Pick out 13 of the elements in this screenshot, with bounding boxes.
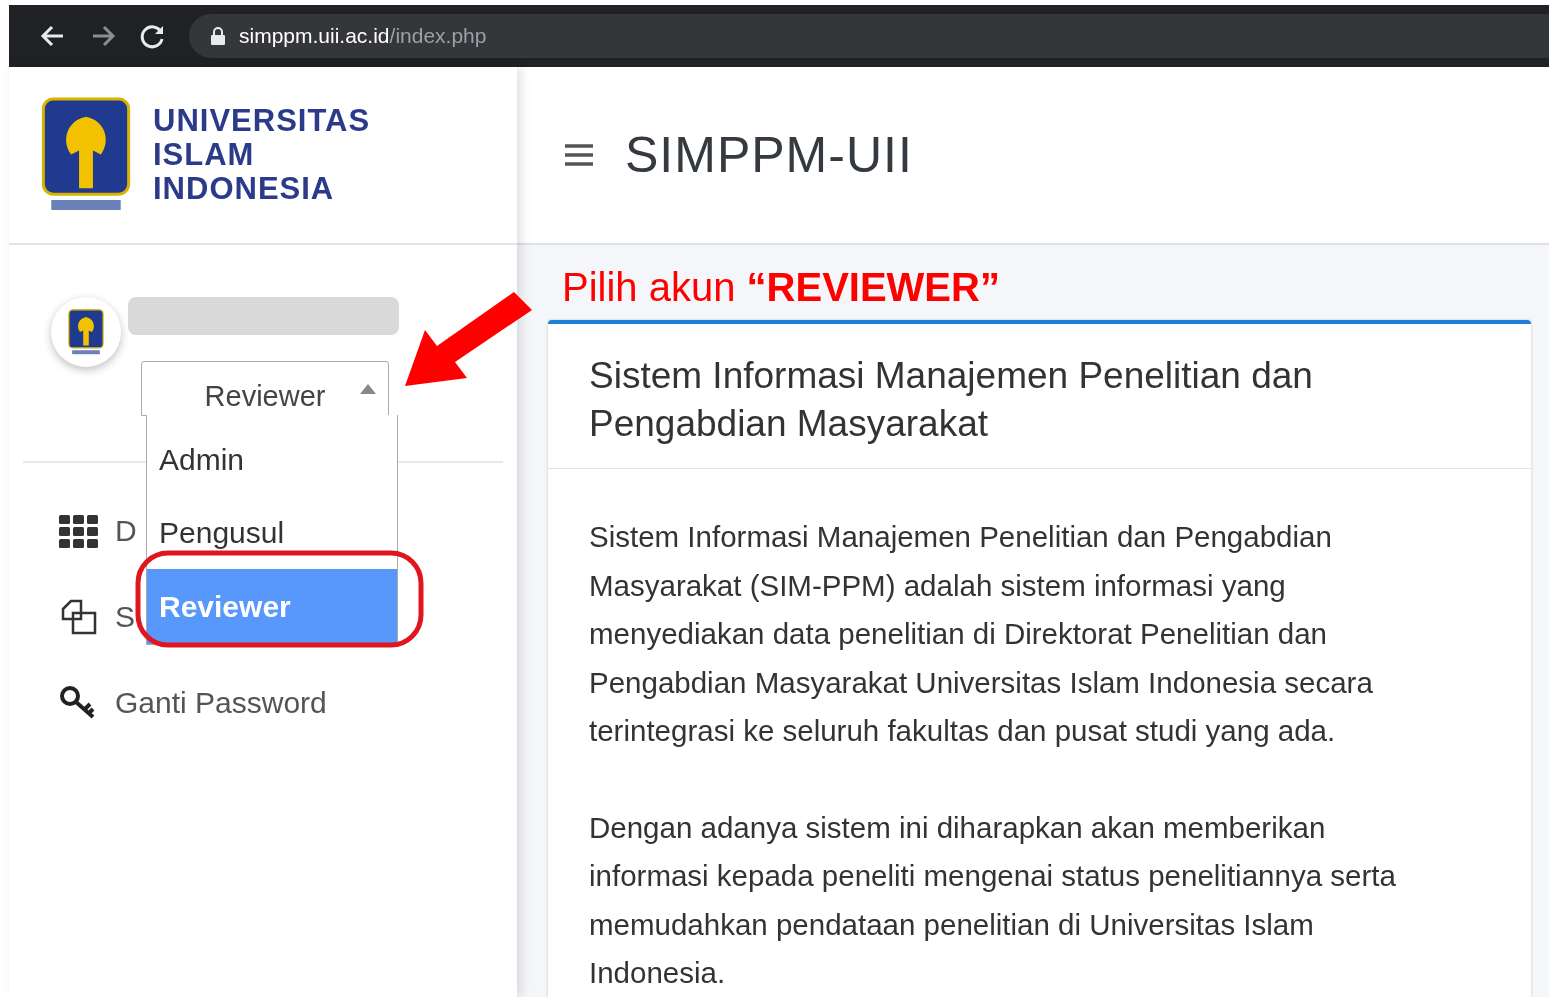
- card-paragraph: Dengan adanya sistem ini diharapkan akan memberikan informasi kepada peneliti mengenai status penelitiannya serta memudahkan pendataan penelitian di Universitas Islam Indonesia.: [589, 809, 1397, 991]
- menu-label: Ganti Password: [115, 686, 327, 720]
- brand-name: INDONESIA: [153, 172, 336, 206]
- url-host: simppm.uii.ac.id: [239, 24, 390, 47]
- brand-name: ISLAM: [153, 138, 256, 172]
- menu-label: D: [115, 514, 137, 548]
- menu-label: S: [115, 600, 135, 634]
- url-path: /index.php: [389, 24, 487, 47]
- annotation-text: Pilih akun “REVIEWER”: [562, 265, 1001, 310]
- app-title: SIMPPM-UII: [625, 126, 913, 184]
- card-title: Sistem Informasi Manajemen Penelitian dan Pengabdian Masyarakat: [548, 324, 1531, 469]
- brand-name: UNIVERSITAS: [153, 104, 371, 138]
- card-paragraph: Sistem Informasi Manajemen Penelitian dan Pengabdian Masyarakat (SIM-PPM) adalah sistem informasi yang menyediakan data penelitian di Direktorat Penelitian dan Pengabdian Masyarakat Universitas Islam Indonesia secara terintegrasi ke seluruh fakultas dan pusat studi yang ada.: [589, 519, 1374, 749]
